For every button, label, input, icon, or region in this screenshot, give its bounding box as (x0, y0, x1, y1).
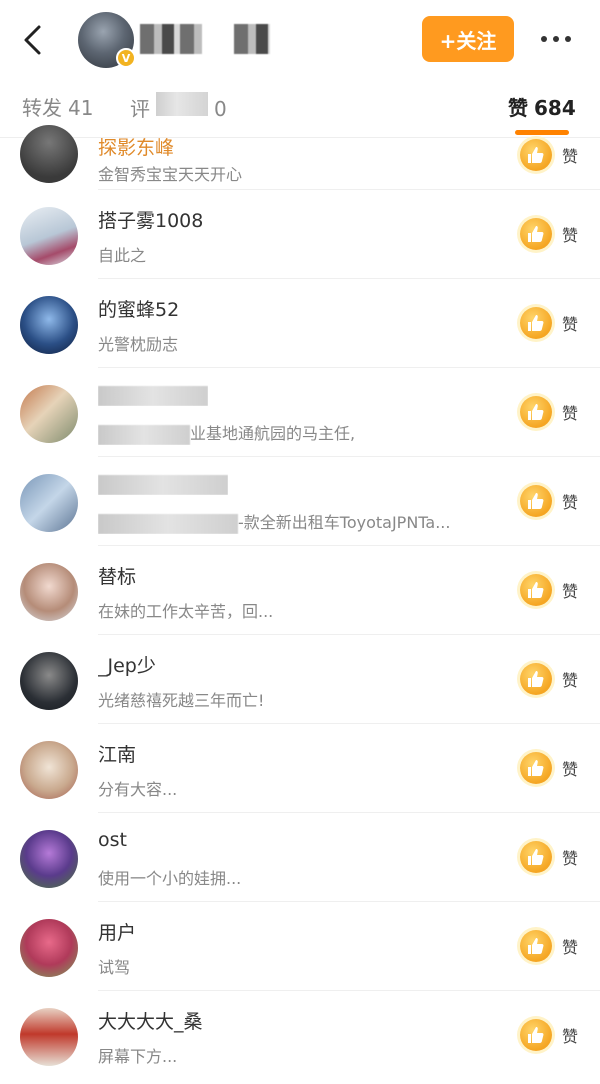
back-button[interactable] (14, 20, 50, 60)
tab-count: 0 (214, 97, 227, 121)
user-name[interactable] (98, 473, 228, 495)
active-tab-indicator (515, 130, 569, 135)
follow-button[interactable]: +关注 (422, 16, 514, 62)
tab-likes[interactable]: 赞 684 (508, 92, 576, 121)
list-item[interactable]: 替标 在妹的工作太辛苦，回... 赞 (0, 546, 600, 635)
avatar[interactable] (20, 741, 78, 799)
tab-label: 转发 (22, 96, 62, 120)
user-name[interactable]: 大大大大_桑 (98, 1007, 203, 1034)
profile-avatar[interactable]: V (78, 12, 136, 68)
user-description: 光警枕励志 (98, 335, 179, 354)
list-item[interactable]: 的蜜蜂52 光警枕励志 赞 (0, 279, 600, 368)
thumbs-up-icon (520, 663, 552, 695)
user-name[interactable]: 江南 (98, 740, 136, 767)
user-name[interactable]: 用户 (98, 918, 136, 945)
user-name[interactable]: 搭子雾1008 (98, 206, 203, 233)
like-label: 赞 (562, 493, 579, 512)
redacted-block (98, 424, 190, 445)
user-description: 使用一个小的娃拥... (98, 869, 242, 888)
thumbs-up-icon (520, 139, 552, 171)
top-bar: V +关注 (0, 0, 600, 76)
user-description: -款全新出租车ToyotaJPNTa... (98, 509, 450, 534)
like-label: 赞 (562, 582, 579, 601)
user-description: 金智秀宝宝天天开心 (98, 165, 243, 184)
likes-list: 探影东峰 金智秀宝宝天天开心 赞 搭子雾1008 自此之 赞 的蜜蜂52 光警枕… (0, 125, 600, 1080)
avatar[interactable] (20, 652, 78, 710)
list-item[interactable]: 业基地通航园的马主任, 赞 (0, 368, 600, 457)
thumbs-up-icon (520, 574, 552, 606)
like-label: 赞 (562, 226, 579, 245)
redacted-block (98, 513, 238, 534)
like-label: 赞 (562, 671, 579, 690)
user-description: 试驾 (98, 958, 131, 977)
tab-label: 评 (130, 97, 150, 121)
tab-comments[interactable]: 评 0 (130, 92, 227, 122)
user-name[interactable]: 的蜜蜂52 (98, 295, 179, 322)
list-item[interactable]: _Jep少 光绪慈禧死越三年而亡! 赞 (0, 635, 600, 724)
avatar[interactable] (20, 296, 78, 354)
chevron-left-icon (24, 25, 41, 55)
thumbs-up-icon (520, 930, 552, 962)
user-name[interactable] (98, 384, 208, 406)
user-description: 自此之 (98, 246, 147, 265)
list-item[interactable]: 江南 分有大容... 赞 (0, 724, 600, 813)
list-item[interactable]: 搭子雾1008 自此之 赞 (0, 190, 600, 279)
avatar[interactable] (20, 1008, 78, 1066)
more-dots-icon[interactable] (536, 24, 576, 54)
avatar[interactable] (20, 474, 78, 532)
avatar[interactable] (20, 207, 78, 265)
avatar[interactable] (20, 919, 78, 977)
verified-badge: V (116, 48, 136, 68)
thumbs-up-icon (520, 841, 552, 873)
thumbs-up-icon (520, 307, 552, 339)
user-description: 在妹的工作太辛苦，回... (98, 602, 274, 621)
tab-reposts[interactable]: 转发 41 (22, 92, 93, 121)
thumbs-up-icon (520, 485, 552, 517)
tab-label: 赞 (508, 96, 528, 120)
like-label: 赞 (562, 404, 579, 423)
list-item[interactable]: ost 使用一个小的娃拥... 赞 (0, 813, 600, 902)
avatar[interactable] (20, 830, 78, 888)
redacted-block (98, 385, 208, 406)
user-name[interactable]: _Jep少 (98, 651, 156, 678)
list-item[interactable]: 探影东峰 金智秀宝宝天天开心 赞 (0, 125, 600, 190)
like-label: 赞 (562, 1027, 579, 1046)
thumbs-up-icon (520, 1019, 552, 1051)
user-name[interactable]: ost (98, 829, 127, 851)
user-description: 业基地通航园的马主任, (98, 420, 355, 445)
redacted-block (98, 474, 228, 495)
user-description: 屏幕下方... (98, 1047, 178, 1066)
list-item[interactable]: -款全新出租车ToyotaJPNTa... 赞 (0, 457, 600, 546)
profile-name-redacted (140, 22, 290, 56)
thumbs-up-icon (520, 218, 552, 250)
like-label: 赞 (562, 938, 579, 957)
like-label: 赞 (562, 315, 579, 334)
avatar[interactable] (20, 125, 78, 183)
like-label: 赞 (562, 147, 579, 166)
like-label: 赞 (562, 849, 579, 868)
thumbs-up-icon (520, 752, 552, 784)
user-name[interactable]: 替标 (98, 562, 136, 589)
user-description: 分有大容... (98, 780, 178, 799)
redacted-block (156, 92, 208, 116)
tab-bar: 转发 41 评 0 赞 684 (0, 76, 600, 138)
list-item[interactable]: 用户 试驾 赞 (0, 902, 600, 991)
user-description: 光绪慈禧死越三年而亡! (98, 691, 265, 710)
user-name[interactable]: 探影东峰 (98, 133, 174, 160)
like-label: 赞 (562, 760, 579, 779)
tab-count: 41 (68, 96, 94, 120)
avatar[interactable] (20, 563, 78, 621)
thumbs-up-icon (520, 396, 552, 428)
list-item[interactable]: 大大大大_桑 屏幕下方... 赞 (0, 991, 600, 1080)
avatar[interactable] (20, 385, 78, 443)
tab-count: 684 (534, 96, 576, 120)
